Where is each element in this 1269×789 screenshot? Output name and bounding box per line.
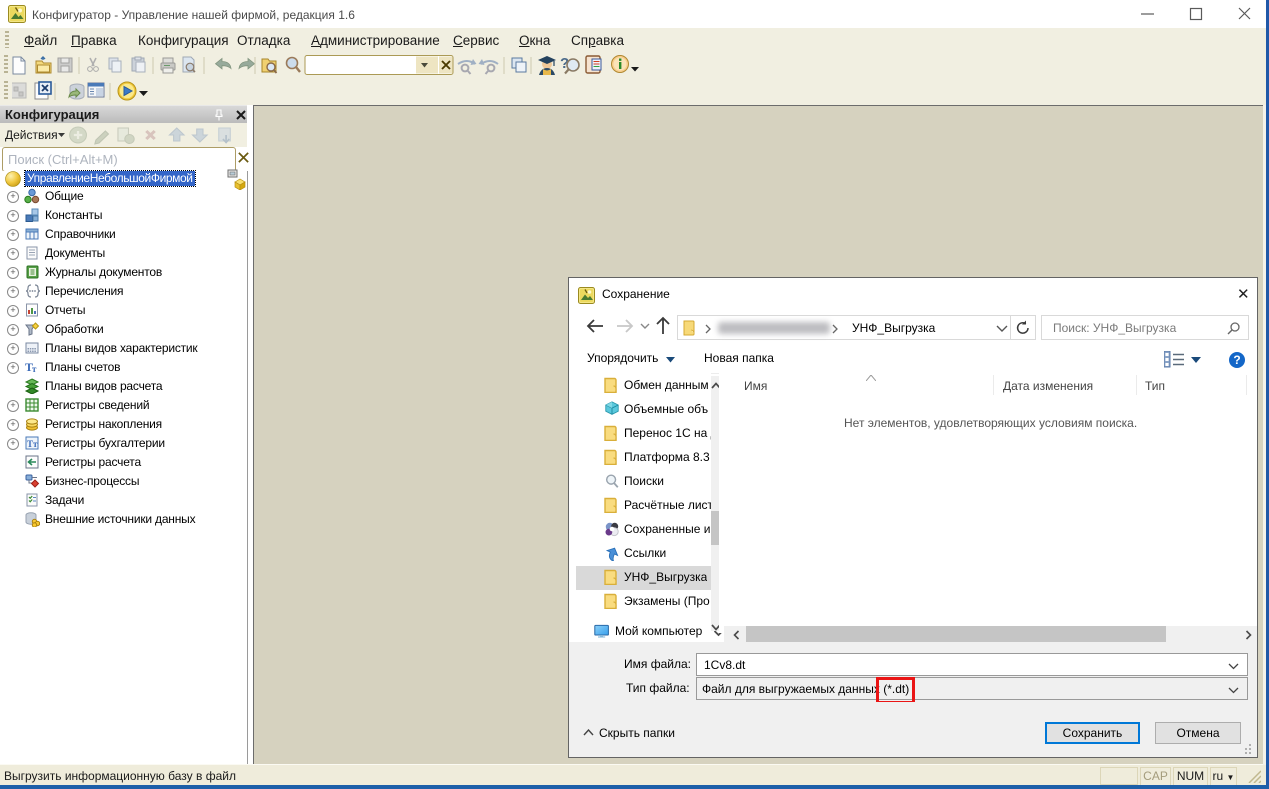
svg-text:Тт: Тт [27, 439, 38, 449]
svg-text:т: т [32, 364, 37, 374]
